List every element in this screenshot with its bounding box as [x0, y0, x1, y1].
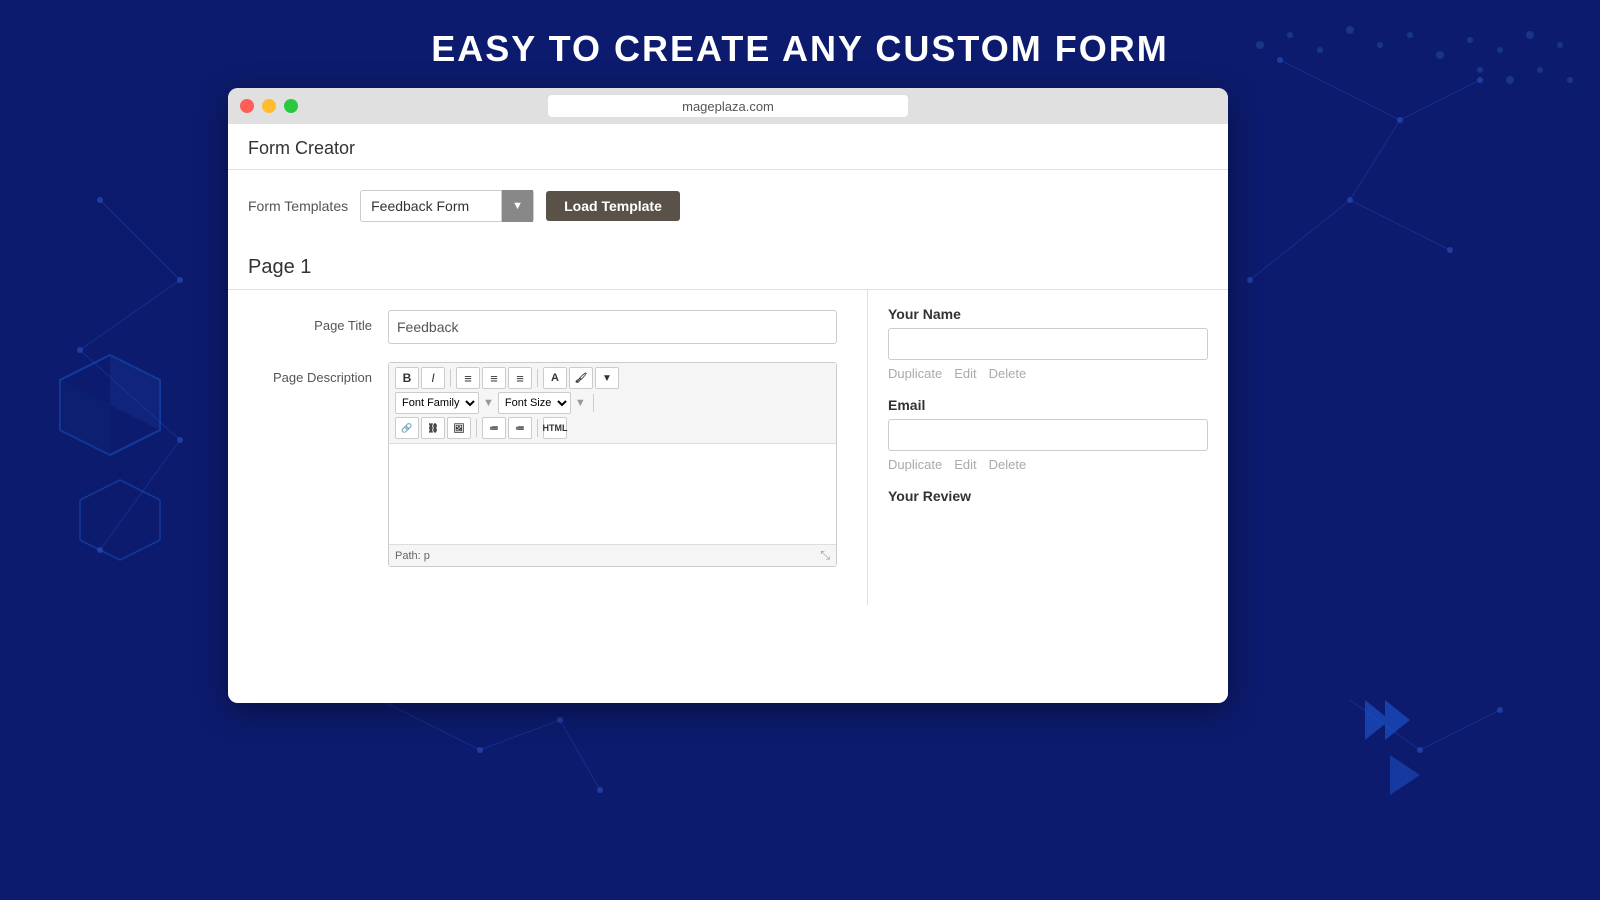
rte-more-button[interactable]: ▼ [595, 367, 619, 389]
your-name-input[interactable] [888, 328, 1208, 360]
rte-bold-button[interactable]: B [395, 367, 419, 389]
rte-toolbar-row-2: Font Family ▼ Font Size ▼ [395, 392, 830, 414]
email-delete-link[interactable]: Delete [989, 457, 1027, 472]
rte-divider-4 [476, 419, 477, 437]
browser-titlebar: mageplaza.com [228, 88, 1228, 124]
email-edit-link[interactable]: Edit [954, 457, 976, 472]
select-arrow-button[interactable]: ▼ [501, 190, 533, 222]
rte-path-bar: Path: p ⤡ [389, 544, 836, 566]
rte-divider-5 [537, 419, 538, 437]
rte-link-button[interactable]: 🔗 [395, 417, 419, 439]
your-review-label: Your Review [888, 488, 1208, 504]
rte-font-family-select[interactable]: Font Family [395, 392, 479, 414]
load-template-button[interactable]: Load Template [546, 191, 680, 221]
email-input[interactable] [888, 419, 1208, 451]
rte-font-size-select[interactable]: Font Size [498, 392, 571, 414]
email-actions: Duplicate Edit Delete [888, 457, 1208, 472]
rte-font-color-button[interactable]: A [543, 367, 567, 389]
rte-resize-handle[interactable]: ⤡ [820, 548, 830, 563]
email-block: Email Duplicate Edit Delete [888, 397, 1208, 472]
rte-align-right-button[interactable]: ≡ [508, 367, 532, 389]
your-name-label: Your Name [888, 306, 1208, 322]
rte-toolbar-row-1: B I ≡ ≡ ≡ A 🖌 ▼ [395, 367, 830, 389]
rte-divider-3 [593, 394, 594, 412]
selected-template-text: Feedback Form [361, 198, 501, 214]
right-panel: Your Name Duplicate Edit Delete Email Du… [868, 290, 1228, 605]
rte-path-text: Path: p [395, 550, 430, 562]
rte-highlight-button[interactable]: 🖌 [569, 367, 593, 389]
form-templates-label: Form Templates [248, 198, 348, 214]
your-review-block: Your Review [888, 488, 1208, 504]
your-name-delete-link[interactable]: Delete [989, 366, 1027, 381]
minimize-button[interactable] [262, 99, 276, 113]
page-title-input[interactable] [388, 310, 837, 344]
rte-toolbar: B I ≡ ≡ ≡ A 🖌 ▼ [389, 363, 836, 444]
page-title-input-wrap [388, 310, 837, 344]
email-label: Email [888, 397, 1208, 413]
url-bar[interactable]: mageplaza.com [548, 95, 908, 117]
rte-html-button[interactable]: HTML [543, 417, 567, 439]
rte-toolbar-row-3: 🔗 ⛓ 🖼 ≔ ≔ HTML [395, 417, 830, 439]
page-description-row: Page Description B I ≡ ≡ [258, 362, 837, 567]
main-content: Page Title Page Description B [228, 290, 1228, 605]
page-description-label: Page Description [258, 362, 388, 385]
your-name-block: Your Name Duplicate Edit Delete [888, 306, 1208, 381]
page-section-title: Page 1 [248, 256, 1208, 279]
left-panel: Page Title Page Description B [228, 290, 868, 605]
page-heading: EASY TO CREATE ANY CUSTOM FORM [0, 0, 1600, 70]
rte-wrap: B I ≡ ≡ ≡ A 🖌 ▼ [388, 362, 837, 567]
rich-text-editor[interactable]: B I ≡ ≡ ≡ A 🖌 ▼ [388, 362, 837, 567]
url-text: mageplaza.com [682, 99, 774, 114]
rte-align-center-button[interactable]: ≡ [482, 367, 506, 389]
rte-unlink-button[interactable]: ⛓ [421, 417, 445, 439]
rte-image-button[interactable]: 🖼 [447, 417, 471, 439]
form-templates-row: Form Templates Feedback Form ▼ Load Temp… [228, 170, 1228, 242]
form-creator-header: Form Creator [228, 124, 1228, 170]
your-name-duplicate-link[interactable]: Duplicate [888, 366, 942, 381]
page-title-row: Page Title [258, 310, 837, 344]
email-duplicate-link[interactable]: Duplicate [888, 457, 942, 472]
rte-ul-button[interactable]: ≔ [482, 417, 506, 439]
form-creator-title: Form Creator [248, 138, 1208, 159]
rte-body[interactable] [389, 444, 836, 544]
rte-divider-1 [450, 369, 451, 387]
your-name-edit-link[interactable]: Edit [954, 366, 976, 381]
rte-italic-button[interactable]: I [421, 367, 445, 389]
rte-align-left-button[interactable]: ≡ [456, 367, 480, 389]
rte-ol-button[interactable]: ≔ [508, 417, 532, 439]
rte-divider-2 [537, 369, 538, 387]
browser-content: Form Creator Form Templates Feedback For… [228, 124, 1228, 703]
form-templates-select[interactable]: Feedback Form ▼ [360, 190, 534, 222]
maximize-button[interactable] [284, 99, 298, 113]
close-button[interactable] [240, 99, 254, 113]
page-title-label: Page Title [258, 310, 388, 333]
your-name-actions: Duplicate Edit Delete [888, 366, 1208, 381]
browser-window: mageplaza.com Form Creator Form Template… [228, 88, 1228, 703]
page-section-header: Page 1 [228, 242, 1228, 290]
